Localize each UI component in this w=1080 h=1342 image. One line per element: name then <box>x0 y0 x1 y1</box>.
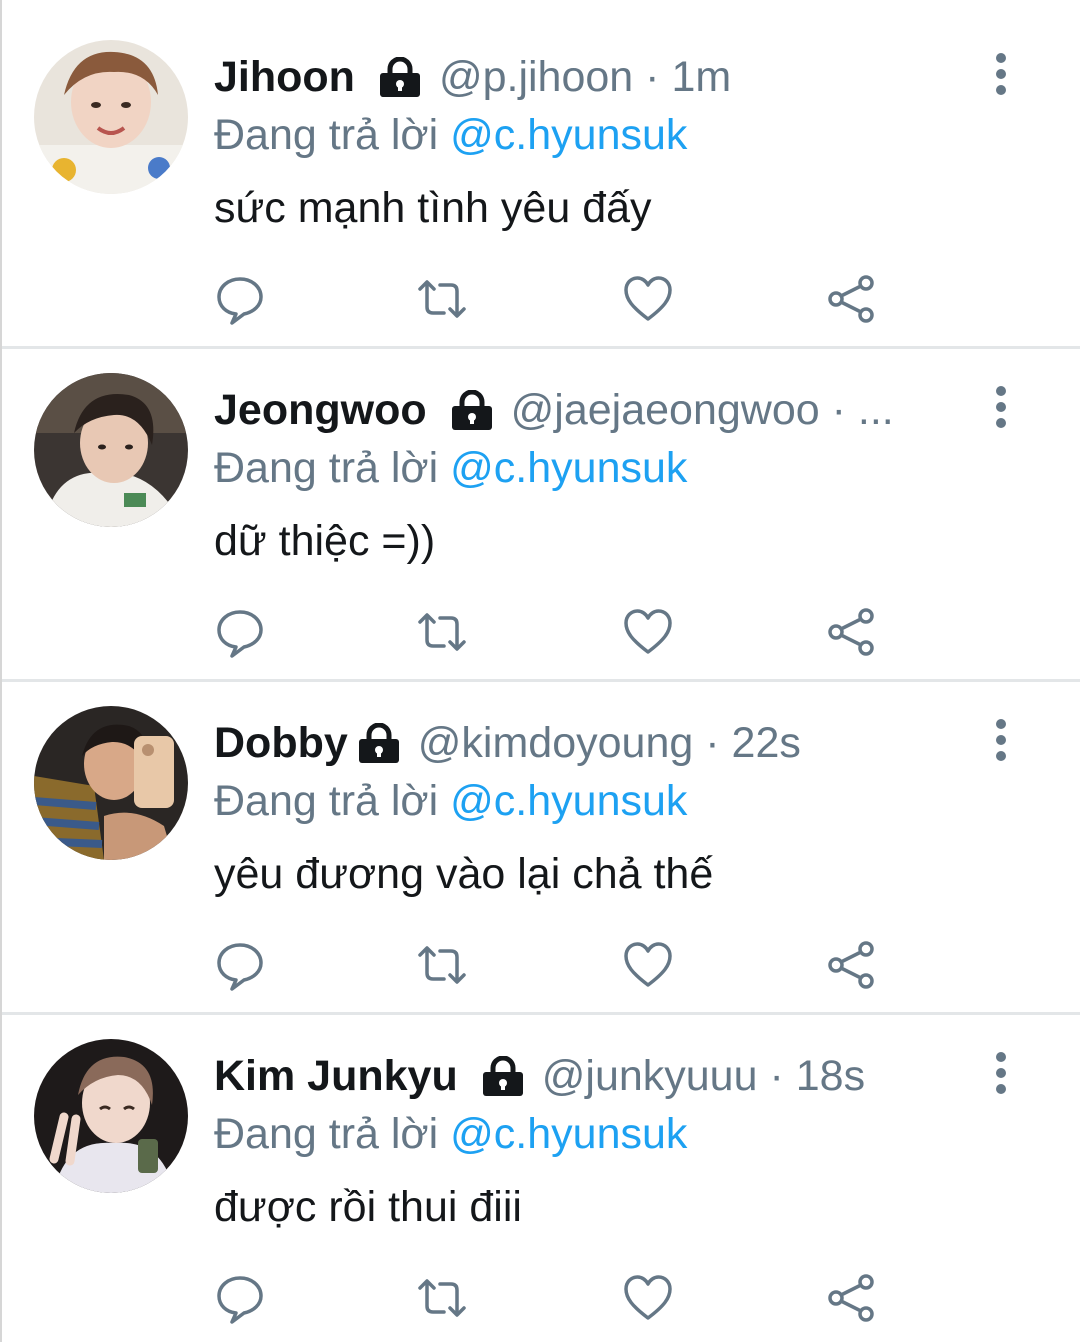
display-name[interactable]: Jeongwoo <box>214 383 427 437</box>
avatar[interactable] <box>34 1039 188 1193</box>
user-handle[interactable]: @p.jihoon <box>439 50 633 104</box>
action-bar <box>2 939 1080 991</box>
separator: · <box>769 1052 784 1100</box>
tweet-header: Kim Junkyu @junkyuuu · 18s <box>214 1049 954 1103</box>
more-vertical-icon[interactable] <box>986 1049 1016 1099</box>
share-icon[interactable] <box>826 273 878 325</box>
retweet-icon[interactable] <box>416 273 468 325</box>
avatar[interactable] <box>34 40 188 194</box>
tweet[interactable]: Dobby @kimdoyoung · 22s Đang trả lời @c.… <box>2 666 1080 1014</box>
retweet-icon[interactable] <box>416 939 468 991</box>
separator: · <box>645 53 660 101</box>
replying-prefix: Đang trả lời <box>214 1110 439 1158</box>
avatar[interactable] <box>34 706 188 860</box>
tweet-header: Jihoon @p.jihoon · 1m <box>214 50 954 104</box>
heart-icon[interactable] <box>622 273 674 325</box>
mention-link[interactable]: @c.hyunsuk <box>450 777 687 825</box>
lock-icon <box>377 57 423 97</box>
action-bar <box>2 1272 1080 1324</box>
display-name[interactable]: Dobby <box>214 716 348 770</box>
reply-bubble-icon[interactable] <box>214 273 266 325</box>
lock-icon <box>449 390 495 430</box>
tweet[interactable]: Kim Junkyu @junkyuuu · 18s Đang trả lời … <box>2 999 1080 1342</box>
timestamp[interactable]: 18s <box>796 1049 865 1103</box>
tweet-text: dữ thiệc =)) <box>214 517 436 565</box>
more-vertical-icon[interactable] <box>986 50 1016 100</box>
action-bar <box>2 606 1080 658</box>
user-handle[interactable]: @jaejaeongwoo <box>511 383 820 437</box>
heart-icon[interactable] <box>622 939 674 991</box>
display-name[interactable]: Kim Junkyu <box>214 1049 458 1103</box>
display-name[interactable]: Jihoon <box>214 50 355 104</box>
tweet[interactable]: Jeongwoo @jaejaeongwoo · ... Đang trả lờ… <box>2 333 1080 681</box>
replying-prefix: Đang trả lời <box>214 111 439 159</box>
mention-link[interactable]: @c.hyunsuk <box>450 111 687 159</box>
replying-prefix: Đang trả lời <box>214 444 439 492</box>
tweet-text: yêu đương vào lại chả thế <box>214 850 714 898</box>
more-vertical-icon[interactable] <box>986 716 1016 766</box>
replying-to: Đang trả lời @c.hyunsuk <box>214 108 687 162</box>
share-icon[interactable] <box>826 606 878 658</box>
tweet[interactable]: Jihoon @p.jihoon · 1m Đang trả lời @c.hy… <box>2 0 1080 348</box>
lock-icon <box>356 723 402 763</box>
user-handle[interactable]: @kimdoyoung <box>418 716 694 770</box>
heart-icon[interactable] <box>622 1272 674 1324</box>
tweet-header: Dobby @kimdoyoung · 22s <box>214 716 954 770</box>
reply-bubble-icon[interactable] <box>214 939 266 991</box>
timestamp[interactable]: 1m <box>671 50 731 104</box>
tweet-text: sức mạnh tình yêu đấy <box>214 184 652 232</box>
mention-link[interactable]: @c.hyunsuk <box>450 1110 687 1158</box>
replying-to: Đang trả lời @c.hyunsuk <box>214 774 687 828</box>
share-icon[interactable] <box>826 1272 878 1324</box>
separator: · <box>831 386 846 434</box>
replying-to: Đang trả lời @c.hyunsuk <box>214 441 687 495</box>
tweet-text: được rồi thui điii <box>214 1183 522 1231</box>
avatar[interactable] <box>34 373 188 527</box>
heart-icon[interactable] <box>622 606 674 658</box>
reply-bubble-icon[interactable] <box>214 606 266 658</box>
tweet-feed: Jihoon @p.jihoon · 1m Đang trả lời @c.hy… <box>0 0 1080 1342</box>
replying-prefix: Đang trả lời <box>214 777 439 825</box>
retweet-icon[interactable] <box>416 1272 468 1324</box>
replying-to: Đang trả lời @c.hyunsuk <box>214 1107 687 1161</box>
user-handle[interactable]: @junkyuuu <box>542 1049 758 1103</box>
timestamp[interactable]: 22s <box>732 716 801 770</box>
mention-link[interactable]: @c.hyunsuk <box>450 444 687 492</box>
share-icon[interactable] <box>826 939 878 991</box>
reply-bubble-icon[interactable] <box>214 1272 266 1324</box>
action-bar <box>2 273 1080 325</box>
timestamp[interactable]: ... <box>858 383 894 437</box>
separator: · <box>705 719 720 767</box>
tweet-header: Jeongwoo @jaejaeongwoo · ... <box>214 383 954 437</box>
more-vertical-icon[interactable] <box>986 383 1016 433</box>
retweet-icon[interactable] <box>416 606 468 658</box>
lock-icon <box>480 1056 526 1096</box>
